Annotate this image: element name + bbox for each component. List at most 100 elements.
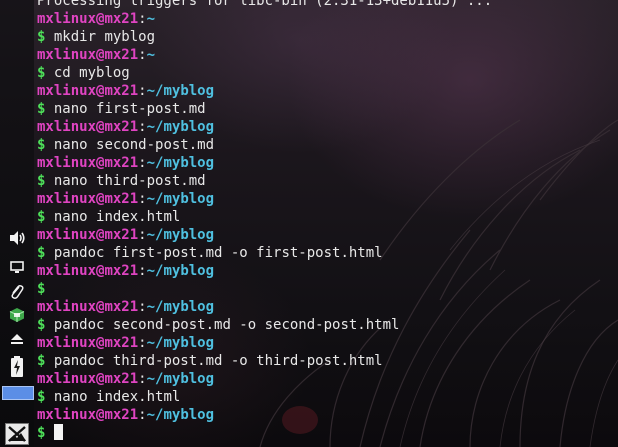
prompt-host: mx21 (104, 263, 139, 279)
terminal-line-command: $ cd myblog (37, 64, 615, 82)
terminal-line-command: $ pandoc first-post.md -o first-post.htm… (37, 244, 615, 262)
prompt-colon: : (138, 227, 147, 243)
output-text: Processing triggers for libc-bin (2.31-1… (37, 0, 493, 9)
desktop: Processing triggers for libc-bin (2.31-1… (0, 0, 618, 447)
terminal-line-prompt: mxlinux@mx21:~ (37, 46, 615, 64)
prompt-host: mx21 (104, 155, 139, 171)
terminal-line-command: $ nano first-post.md (37, 100, 615, 118)
prompt-colon: : (138, 371, 147, 387)
text-cursor (53, 424, 63, 440)
prompt-colon: : (138, 155, 147, 171)
prompt-colon: : (138, 47, 147, 63)
command-text: nano index.html (53, 209, 181, 225)
command-text: nano first-post.md (53, 101, 206, 117)
prompt-user: mxlinux (37, 371, 97, 387)
package-updater-icon[interactable] (0, 305, 34, 325)
command-text: nano second-post.md (53, 137, 215, 153)
prompt-path: ~/myblog (146, 191, 215, 207)
prompt-path: ~/myblog (146, 407, 215, 423)
terminal-line-prompt: mxlinux@mx21:~/myblog (37, 226, 615, 244)
command-text: pandoc first-post.md -o first-post.html (53, 245, 383, 261)
prompt-path: ~/myblog (146, 83, 215, 99)
terminal-line-output: Processing triggers for libc-bin (2.31-1… (37, 0, 615, 10)
command-text: pandoc third-post.md -o third-post.html (53, 353, 383, 369)
prompt-host: mx21 (104, 83, 139, 99)
prompt-user: mxlinux (37, 227, 97, 243)
prompt-host: mx21 (104, 371, 139, 387)
command-text: nano third-post.md (53, 173, 206, 189)
terminal-output[interactable]: Processing triggers for libc-bin (2.31-1… (37, 0, 615, 442)
side-panel (0, 0, 34, 447)
prompt-user: mxlinux (37, 407, 97, 423)
prompt-colon: : (138, 407, 147, 423)
prompt-user: mxlinux (37, 83, 97, 99)
prompt-host: mx21 (104, 11, 139, 27)
prompt-user: mxlinux (37, 335, 97, 351)
prompt-path: ~/myblog (146, 155, 215, 171)
terminal-line-prompt: mxlinux@mx21:~/myblog (37, 118, 615, 136)
prompt-colon: : (138, 191, 147, 207)
prompt-path: ~ (146, 11, 156, 27)
prompt-user: mxlinux (37, 191, 97, 207)
prompt-dollar: $ (37, 29, 46, 45)
terminal-line-prompt: mxlinux@mx21:~/myblog (37, 406, 615, 424)
battery-charging-icon[interactable] (0, 355, 34, 379)
prompt-colon: : (138, 83, 147, 99)
command-text: pandoc second-post.md -o second-post.htm… (53, 317, 400, 333)
terminal-line-prompt: mxlinux@mx21:~/myblog (37, 82, 615, 100)
prompt-host: mx21 (104, 335, 139, 351)
prompt-dollar: $ (37, 353, 46, 369)
prompt-dollar: $ (37, 173, 46, 189)
terminal-line-command: $ pandoc third-post.md -o third-post.htm… (37, 352, 615, 370)
prompt-user: mxlinux (37, 47, 97, 63)
prompt-dollar: $ (37, 281, 46, 297)
prompt-user: mxlinux (37, 119, 97, 135)
prompt-colon: : (138, 263, 147, 279)
prompt-path: ~/myblog (146, 227, 215, 243)
display-icon[interactable] (0, 258, 34, 276)
prompt-path: ~ (146, 47, 156, 63)
prompt-colon: : (138, 119, 147, 135)
prompt-user: mxlinux (37, 11, 97, 27)
prompt-colon: : (138, 299, 147, 315)
prompt-path: ~/myblog (146, 119, 215, 135)
prompt-path: ~/myblog (146, 335, 215, 351)
prompt-host: mx21 (104, 191, 139, 207)
terminal-line-command: $ nano index.html (37, 388, 615, 406)
prompt-path: ~/myblog (146, 299, 215, 315)
prompt-path: ~/myblog (146, 371, 215, 387)
prompt-host: mx21 (104, 299, 139, 315)
terminal-line-prompt: mxlinux@mx21:~ (37, 10, 615, 28)
paperclip-icon[interactable] (0, 282, 34, 302)
prompt-user: mxlinux (37, 263, 97, 279)
terminal-line-prompt: mxlinux@mx21:~/myblog (37, 334, 615, 352)
prompt-user: mxlinux (37, 155, 97, 171)
prompt-dollar: $ (37, 65, 46, 81)
terminal-line-active: $ (37, 424, 615, 442)
terminal-line-command: $ nano third-post.md (37, 172, 615, 190)
terminal-line-command: $ nano second-post.md (37, 136, 615, 154)
mx-logo-icon[interactable] (5, 423, 29, 445)
prompt-dollar: $ (37, 317, 46, 333)
command-text: nano index.html (53, 389, 181, 405)
terminal-line-prompt: mxlinux@mx21:~/myblog (37, 262, 615, 280)
prompt-path: ~/myblog (146, 263, 215, 279)
terminal-line-command: $ pandoc second-post.md -o second-post.h… (37, 316, 615, 334)
command-text: cd myblog (53, 65, 130, 81)
prompt-host: mx21 (104, 407, 139, 423)
terminal-line-command: $ (37, 280, 615, 298)
terminal-line-command: $ nano index.html (37, 208, 615, 226)
terminal-line-command: $ mkdir myblog (37, 28, 615, 46)
prompt-dollar: $ (37, 209, 46, 225)
eject-icon[interactable] (0, 330, 34, 348)
prompt-host: mx21 (104, 119, 139, 135)
terminal-line-prompt: mxlinux@mx21:~/myblog (37, 190, 615, 208)
terminal-line-prompt: mxlinux@mx21:~/myblog (37, 298, 615, 316)
workspace-switcher[interactable] (2, 386, 34, 400)
prompt-colon: : (138, 335, 147, 351)
prompt-user: mxlinux (37, 299, 97, 315)
prompt-dollar: $ (37, 137, 46, 153)
prompt-dollar: $ (37, 101, 46, 117)
volume-icon[interactable] (0, 228, 34, 248)
prompt-colon: : (138, 11, 147, 27)
